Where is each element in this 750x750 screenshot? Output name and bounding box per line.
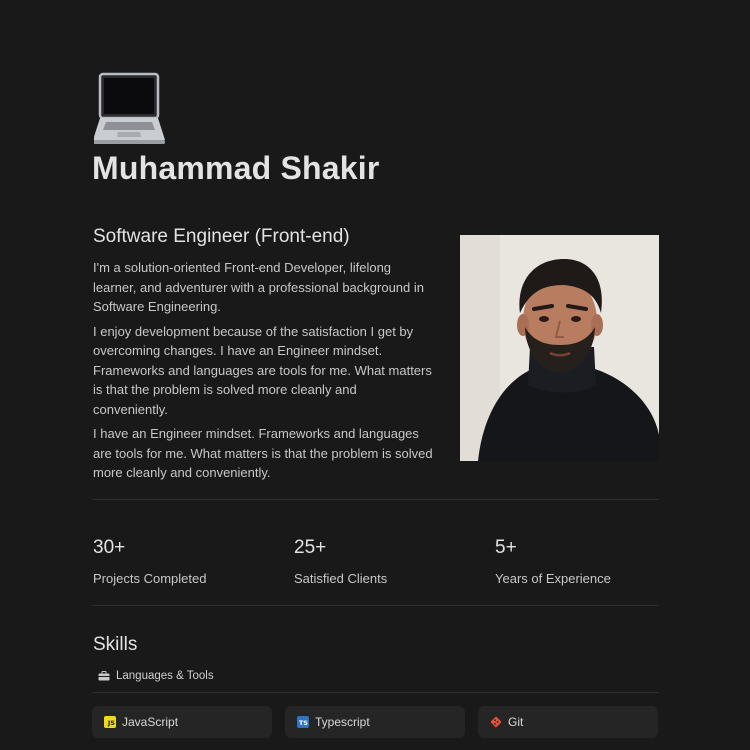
skill-label: Git xyxy=(508,715,524,729)
skill-typescript[interactable]: TS Typescript xyxy=(285,706,465,738)
skill-label: Typescript xyxy=(315,715,370,729)
stat-label: Years of Experience xyxy=(495,571,611,586)
languages-tools-heading: Languages & Tools xyxy=(98,670,214,682)
stat-label: Satisfied Clients xyxy=(294,571,388,586)
stat-label: Projects Completed xyxy=(93,571,207,586)
bio-paragraph: I enjoy development because of the satis… xyxy=(93,323,432,417)
divider xyxy=(92,605,659,606)
skill-javascript[interactable]: JS JavaScript xyxy=(92,706,272,738)
divider xyxy=(92,499,659,500)
skills-heading: Skills xyxy=(93,634,138,655)
divider xyxy=(92,692,659,693)
skill-git[interactable]: Git xyxy=(478,706,658,738)
role-heading: Software Engineer (Front-end) xyxy=(93,226,350,247)
laptop-icon xyxy=(94,72,165,144)
bio-paragraph: I'm a solution-oriented Front-end Develo… xyxy=(93,260,424,314)
bio-text: I'm a solution-oriented Front-end Develo… xyxy=(93,258,433,488)
stat-value: 30+ xyxy=(93,537,126,558)
section-label: Languages & Tools xyxy=(116,670,214,682)
stat-clients: 25+ Satisfied Clients xyxy=(294,537,387,586)
javascript-icon: JS xyxy=(104,716,116,728)
stat-experience: 5+ Years of Experience xyxy=(495,537,611,586)
profile-photo xyxy=(460,235,659,461)
typescript-icon: TS xyxy=(297,716,309,728)
page-title: Muhammad Shakir xyxy=(92,150,380,186)
git-icon xyxy=(490,716,502,728)
bio-paragraph: I have an Engineer mindset. Frameworks a… xyxy=(93,426,433,480)
briefcase-icon xyxy=(98,671,110,681)
stat-projects: 30+ Projects Completed xyxy=(93,537,206,586)
skill-label: JavaScript xyxy=(122,715,179,729)
stat-value: 5+ xyxy=(495,537,517,558)
stat-value: 25+ xyxy=(294,537,327,558)
